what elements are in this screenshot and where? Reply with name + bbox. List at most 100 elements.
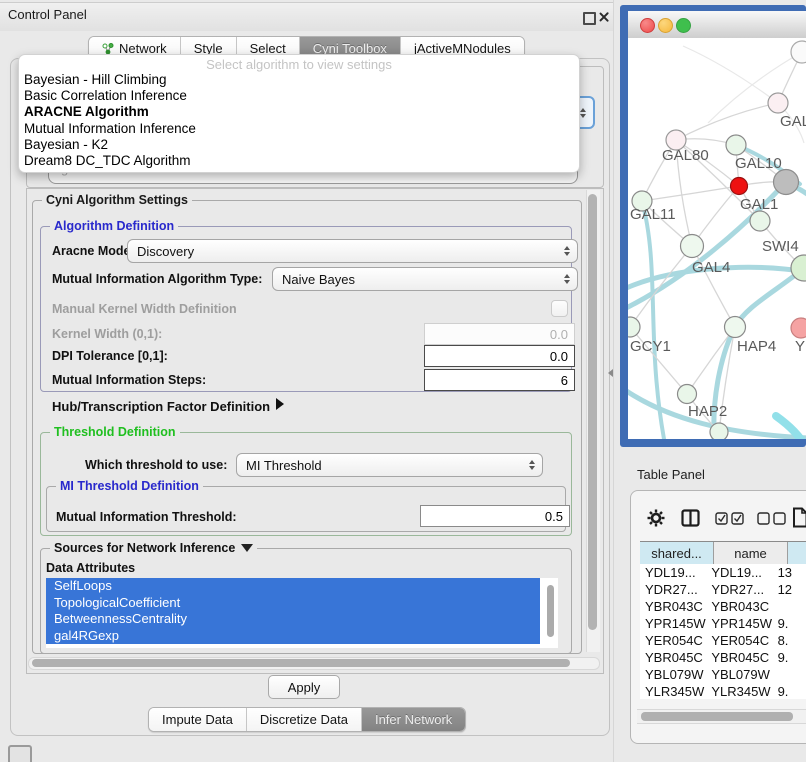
algorithm-option-bayesian-hill-climbing[interactable]: Bayesian - Hill Climbing (19, 72, 579, 88)
apply-button-label: Apply (288, 680, 321, 695)
algorithm-definition-legend: Algorithm Definition (50, 219, 178, 233)
attribute-item-gal4rgexp[interactable]: gal4RGexp (46, 628, 540, 645)
attribute-item-betweennesscentrality[interactable]: BetweennessCentrality (46, 611, 540, 628)
mi-steps-field[interactable]: 6 (424, 369, 575, 391)
tab-discretize-data[interactable]: Discretize Data (247, 708, 362, 731)
settings-hscrollbar-thumb[interactable] (32, 659, 570, 667)
network-node[interactable] (731, 178, 748, 195)
table-cell: 8. (775, 632, 806, 649)
kernel-width-field: 0.0 (424, 323, 575, 345)
splitter-collapse-icon[interactable] (608, 369, 613, 377)
settings-gear-icon[interactable] (647, 509, 665, 527)
mi-threshold-label: Mutual Information Threshold: (56, 510, 237, 524)
network-node[interactable] (725, 317, 746, 338)
mi-threshold-field[interactable]: 0.5 (420, 505, 570, 527)
settings-hscrollbar-track[interactable] (28, 657, 600, 670)
list-vscrollbar-thumb[interactable] (547, 585, 554, 637)
node-label-gal4: GAL4 (692, 259, 730, 276)
network-view-window[interactable]: GALGAL80GAL10GAL1GAL11SWI4GAL4GCY1HAP4YH… (620, 5, 806, 447)
close-traffic-light-icon[interactable] (640, 18, 655, 33)
node-label-gal80: GAL80 (662, 147, 709, 164)
settings-vscrollbar-thumb[interactable] (588, 194, 597, 630)
column-layout-icon[interactable] (681, 509, 700, 527)
algorithm-option-mutual-information-inference[interactable]: Mutual Information Inference (19, 121, 579, 137)
table-hscrollbar-thumb[interactable] (641, 712, 793, 721)
node-label-gal: GAL (780, 113, 806, 130)
node-label-gcy1: GCY1 (630, 338, 671, 355)
kernel-width-label: Kernel Width (0,1): (52, 327, 162, 341)
network-node[interactable] (681, 235, 704, 258)
combo-stepper-icon (529, 460, 535, 470)
network-window-titlebar[interactable] (628, 11, 806, 39)
table-row[interactable]: YDL19...YDL19...13 (640, 564, 806, 581)
network-node[interactable] (628, 317, 640, 337)
mi-algorithm-type-combo[interactable]: Naive Bayes (272, 267, 578, 291)
collapse-arrow-icon[interactable] (241, 544, 253, 552)
close-icon[interactable] (598, 11, 610, 23)
dpi-tolerance-field[interactable]: 0.0 (424, 345, 575, 367)
dock-panel-icon[interactable] (8, 745, 32, 762)
cyni-algorithm-settings-legend: Cyni Algorithm Settings (42, 193, 192, 207)
mi-steps-value: 6 (561, 373, 568, 388)
new-table-icon[interactable] (792, 507, 806, 528)
manual-kernel-width-checkbox[interactable] (551, 300, 568, 317)
table-cell (775, 666, 806, 683)
dpi-tolerance-value: 0.0 (550, 349, 568, 364)
table-row[interactable]: YBL079WYBL079W (640, 666, 806, 683)
threshold-definition-legend: Threshold Definition (50, 425, 180, 439)
table-row[interactable]: YBR043CYBR043C (640, 598, 806, 615)
table-cell (775, 598, 806, 615)
data-attributes-label: Data Attributes (46, 561, 135, 575)
which-threshold-value: MI Threshold (246, 458, 322, 473)
aracne-mode-combo[interactable]: Discovery (127, 239, 578, 263)
tab-label: Impute Data (162, 712, 233, 727)
which-threshold-combo[interactable]: MI Threshold (236, 453, 543, 477)
combo-stepper-icon (564, 274, 570, 284)
table-cell: YDL19... (640, 564, 707, 581)
network-node[interactable] (750, 211, 770, 231)
column-header-partial[interactable] (788, 542, 806, 565)
node-label-hap2: HAP2 (688, 403, 727, 420)
table-cell: YLR345W (640, 683, 707, 699)
network-node[interactable] (726, 135, 746, 155)
table-row[interactable]: YBR045CYBR045C9. (640, 649, 806, 666)
network-node[interactable] (774, 170, 799, 195)
table-row[interactable]: YPR145WYPR145W9. (640, 615, 806, 632)
float-window-icon[interactable] (583, 12, 596, 25)
algorithm-option-dream8-dc-tdc-algorithm[interactable]: Dream8 DC_TDC Algorithm (19, 153, 579, 169)
algorithm-option-bayesian-k2[interactable]: Bayesian - K2 (19, 137, 579, 153)
apply-button[interactable]: Apply (268, 675, 340, 699)
data-attributes-list[interactable]: SelfLoopsTopologicalCoefficientBetweenne… (46, 578, 558, 648)
table-cell: YBR045C (640, 649, 707, 666)
table-cell: YDR27... (640, 581, 707, 598)
network-icon (102, 43, 114, 55)
network-node[interactable] (768, 93, 788, 113)
tab-impute-data[interactable]: Impute Data (149, 708, 247, 731)
algorithm-option-aracne-algorithm[interactable]: ARACNE Algorithm (19, 104, 579, 120)
table-row[interactable]: YER054CYER054C8. (640, 632, 806, 649)
network-node[interactable] (710, 423, 728, 439)
network-node[interactable] (791, 41, 806, 63)
table-cell: 9. (775, 615, 806, 632)
table-hscrollbar-track[interactable] (637, 709, 806, 724)
column-header-shared-name[interactable]: shared... (640, 542, 714, 565)
select-all-checkboxes-icon[interactable] (715, 512, 745, 525)
attribute-item-selfloops[interactable]: SelfLoops (46, 578, 540, 595)
zoom-traffic-light-icon[interactable] (676, 18, 691, 33)
expand-arrow-icon[interactable] (276, 398, 284, 410)
deselect-all-checkboxes-icon[interactable] (757, 512, 787, 525)
minimize-traffic-light-icon[interactable] (658, 18, 673, 33)
table-cell: 12 (775, 581, 806, 598)
attribute-item-topologicalcoefficient[interactable]: TopologicalCoefficient (46, 595, 540, 612)
algorithm-option-basic-correlation-inference[interactable]: Basic Correlation Inference (19, 88, 579, 104)
table-row[interactable]: YDR27...YDR27...12 (640, 581, 806, 598)
column-header-name[interactable]: name (714, 542, 788, 565)
kernel-width-value: 0.0 (550, 327, 568, 342)
network-canvas[interactable]: GALGAL80GAL10GAL1GAL11SWI4GAL4GCY1HAP4YH… (628, 38, 806, 439)
table-row[interactable]: YLR345WYLR345W9. (640, 683, 806, 699)
table-cell: YPR145W (640, 615, 707, 632)
algorithm-popup-placeholder: Select algorithm to view settings (19, 57, 579, 72)
tab-infer-network[interactable]: Infer Network (362, 708, 465, 731)
network-node[interactable] (678, 385, 697, 404)
network-node[interactable] (791, 318, 806, 338)
